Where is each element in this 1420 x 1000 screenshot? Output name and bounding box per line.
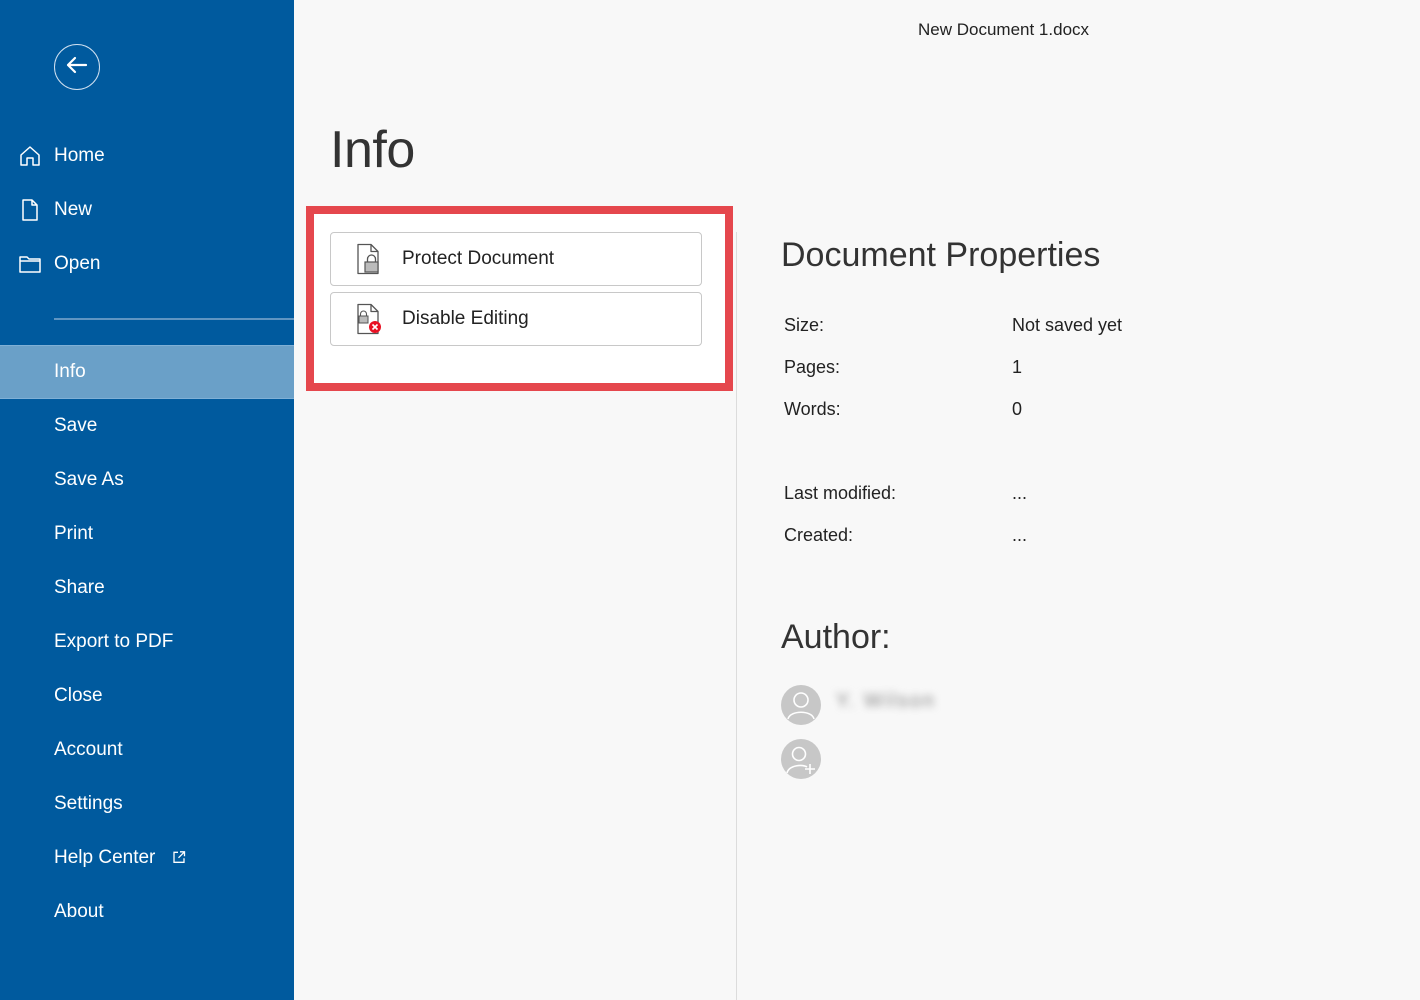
- sidebar-item-close[interactable]: Close: [0, 669, 294, 723]
- page-title: Info: [330, 121, 415, 179]
- property-label-size: Size:: [784, 315, 825, 335]
- author-heading: Author:: [781, 618, 891, 656]
- author-name: Y. Wilson: [836, 690, 936, 712]
- sidebar-divider: [54, 318, 294, 320]
- sidebar-item-save-as[interactable]: Save As: [0, 453, 294, 507]
- sidebar-item-label: Open: [54, 253, 101, 274]
- sidebar-item-save[interactable]: Save: [0, 399, 294, 453]
- sidebar-item-share[interactable]: Share: [0, 561, 294, 615]
- sidebar-item-open[interactable]: Open: [0, 237, 294, 291]
- back-arrow-icon: [66, 56, 88, 79]
- new-file-icon: [18, 198, 42, 222]
- sidebar-item-label: Home: [54, 145, 105, 166]
- sidebar-item-label: Close: [54, 685, 103, 706]
- home-icon: [18, 144, 42, 168]
- disable-editing-button[interactable]: Disable Editing: [330, 292, 702, 346]
- property-value-last-modified: ...: [1012, 483, 1028, 503]
- document-title: New Document 1.docx: [918, 20, 1090, 39]
- property-value-size: Not saved yet: [1012, 315, 1123, 335]
- sidebar-item-label: Account: [54, 739, 123, 760]
- property-label-pages: Pages:: [784, 357, 841, 377]
- property-value-pages: 1: [1012, 357, 1023, 377]
- sidebar-item-label: Save: [54, 415, 98, 436]
- sidebar-item-settings[interactable]: Settings: [0, 777, 294, 831]
- sidebar-item-label: New: [54, 199, 93, 220]
- property-label-created: Created:: [784, 525, 854, 545]
- back-button[interactable]: [54, 44, 100, 90]
- sidebar-item-home[interactable]: Home: [0, 129, 294, 183]
- sidebar-item-label: Print: [54, 523, 94, 544]
- property-label-words: Words:: [784, 399, 841, 419]
- disable-editing-label: Disable Editing: [402, 308, 529, 329]
- sidebar-item-export-pdf[interactable]: Export to PDF: [0, 615, 294, 669]
- sidebar-item-label: Info: [54, 361, 86, 382]
- sidebar-item-label: Share: [54, 577, 105, 598]
- sidebar-item-info[interactable]: Info: [0, 345, 294, 399]
- lock-document-icon: [355, 243, 383, 275]
- sidebar-item-account[interactable]: Account: [0, 723, 294, 777]
- panel-separator: [736, 232, 737, 1000]
- sidebar-item-label: Export to PDF: [54, 631, 174, 652]
- external-link-icon: [172, 850, 186, 864]
- sidebar-item-label: Settings: [54, 793, 123, 814]
- property-value-words: 0: [1012, 399, 1023, 419]
- document-properties-heading: Document Properties: [781, 236, 1101, 274]
- sidebar-item-label: Save As: [54, 469, 124, 490]
- property-value-created: ...: [1012, 525, 1028, 545]
- sidebar-item-about[interactable]: About: [0, 885, 294, 939]
- property-label-last-modified: Last modified:: [784, 483, 897, 503]
- sidebar-item-new[interactable]: New: [0, 183, 294, 237]
- sidebar: Home New Open Info Save Save As Print Sh…: [0, 0, 294, 1000]
- add-person-icon: [781, 739, 821, 779]
- sidebar-item-help-center[interactable]: Help Center: [0, 831, 294, 885]
- folder-icon: [18, 252, 42, 276]
- sidebar-item-label: About: [54, 901, 104, 922]
- author-avatar: [781, 685, 821, 725]
- protect-document-label: Protect Document: [402, 248, 555, 269]
- add-author-button[interactable]: [781, 739, 821, 779]
- disable-editing-icon: [355, 303, 383, 335]
- sidebar-item-print[interactable]: Print: [0, 507, 294, 561]
- sidebar-item-label: Help Center: [54, 847, 156, 868]
- protect-document-button[interactable]: Protect Document: [330, 232, 702, 286]
